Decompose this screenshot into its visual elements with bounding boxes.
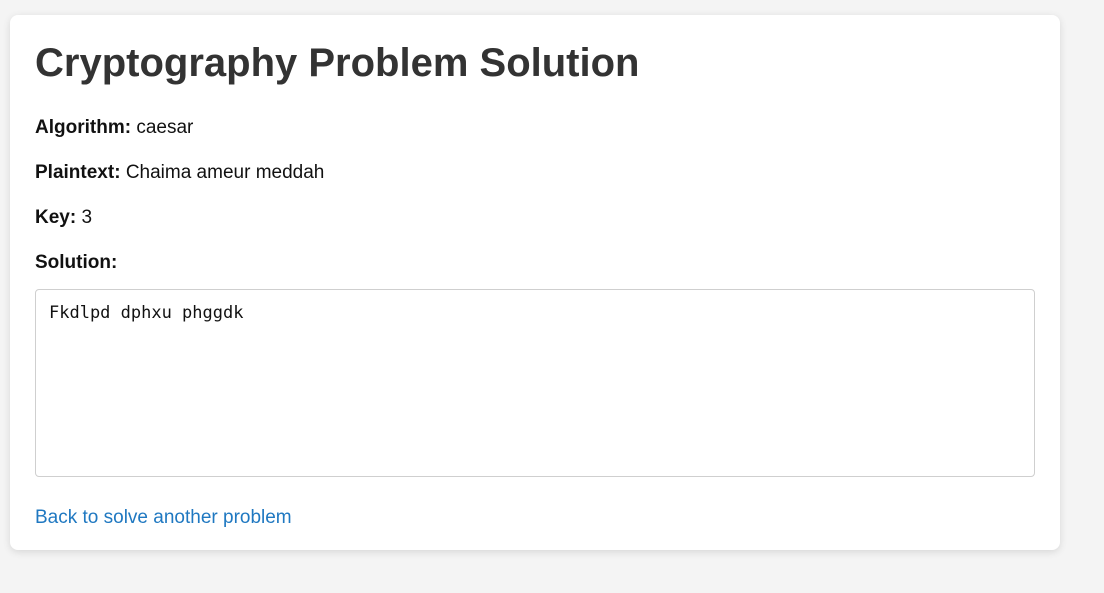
solution-textarea[interactable]: Fkdlpd dphxu phggdk bbox=[35, 289, 1035, 477]
solution-field: Solution: bbox=[35, 252, 1035, 274]
plaintext-label: Plaintext: bbox=[35, 162, 121, 183]
solution-card: Cryptography Problem Solution Algorithm:… bbox=[10, 15, 1060, 550]
plaintext-field: Plaintext: Chaima ameur meddah bbox=[35, 162, 1035, 184]
key-label: Key: bbox=[35, 207, 77, 228]
page-title: Cryptography Problem Solution bbox=[35, 41, 640, 85]
back-link[interactable]: Back to solve another problem bbox=[35, 507, 292, 529]
plaintext-value: Chaima ameur meddah bbox=[125, 162, 325, 183]
algorithm-field: Algorithm: caesar bbox=[35, 117, 1035, 139]
solution-label: Solution: bbox=[35, 252, 118, 273]
key-field: Key: 3 bbox=[35, 207, 1035, 229]
algorithm-value: caesar bbox=[136, 117, 194, 138]
algorithm-label: Algorithm: bbox=[35, 117, 132, 138]
key-value: 3 bbox=[81, 207, 93, 228]
